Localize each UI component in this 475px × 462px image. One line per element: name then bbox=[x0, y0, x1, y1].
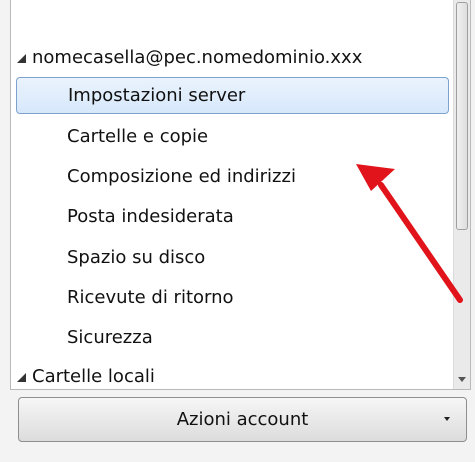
account-actions-button[interactable]: Azioni account bbox=[18, 397, 467, 442]
account-tree[interactable]: nomecasella@pec.nomedominio.xxx Impostaz… bbox=[10, 0, 471, 390]
tree-item-label: Composizione ed indirizzi bbox=[67, 166, 296, 187]
scroll-down-arrow-icon bbox=[458, 376, 466, 382]
scroll-down-button[interactable] bbox=[454, 371, 470, 387]
tree-item-posta-indesiderata[interactable]: Posta indesiderata bbox=[11, 198, 453, 235]
tree-item-label: Posta indesiderata bbox=[67, 206, 234, 227]
expand-triangle-icon[interactable] bbox=[17, 373, 26, 382]
tree-item-impostazioni-server[interactable]: Impostazioni server bbox=[16, 77, 449, 114]
vertical-scrollbar[interactable] bbox=[453, 0, 470, 389]
account-actions-label: Azioni account bbox=[176, 409, 309, 430]
tree-node-account-label: nomecasella@pec.nomedominio.xxx bbox=[32, 47, 363, 68]
tree-item-ricevute-di-ritorno[interactable]: Ricevute di ritorno bbox=[11, 279, 453, 316]
tree-node-account[interactable]: nomecasella@pec.nomedominio.xxx bbox=[11, 39, 453, 76]
scrollbar-thumb[interactable] bbox=[456, 2, 468, 230]
tree-item-label: Ricevute di ritorno bbox=[67, 287, 234, 308]
tree-item-label: Sicurezza bbox=[67, 327, 153, 348]
tree-item-composizione-ed-indirizzi[interactable]: Composizione ed indirizzi bbox=[11, 158, 453, 195]
account-settings-panel: nomecasella@pec.nomedominio.xxx Impostaz… bbox=[0, 0, 475, 462]
tree-item-sicurezza[interactable]: Sicurezza bbox=[11, 319, 453, 356]
tree-item-label: Impostazioni server bbox=[68, 85, 246, 106]
expand-triangle-icon[interactable] bbox=[17, 54, 26, 63]
tree-node-local-folders-label: Cartelle locali bbox=[32, 366, 155, 387]
dropdown-arrow-icon bbox=[444, 417, 450, 421]
tree-node-local-folders[interactable]: Cartelle locali bbox=[11, 358, 453, 389]
tree-item-label: Cartelle e copie bbox=[67, 126, 209, 147]
account-tree-viewport: nomecasella@pec.nomedominio.xxx Impostaz… bbox=[11, 0, 453, 389]
tree-item-label: Spazio su disco bbox=[67, 247, 206, 268]
tree-item-spazio-su-disco[interactable]: Spazio su disco bbox=[11, 239, 453, 276]
tree-item-cartelle-e-copie[interactable]: Cartelle e copie bbox=[11, 118, 453, 155]
